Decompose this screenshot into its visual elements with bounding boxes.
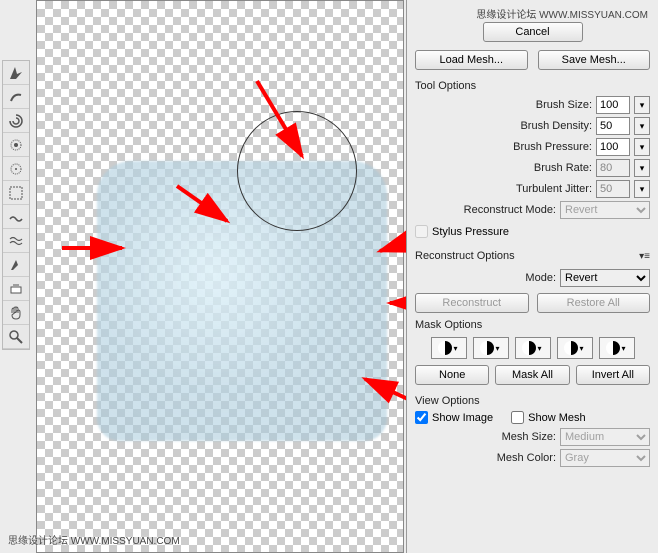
brush-size-input[interactable] (596, 96, 630, 114)
turbulent-jitter-dropdown[interactable] (634, 180, 650, 198)
mask-add-icon[interactable]: ▾ (473, 337, 509, 359)
bloat-tool[interactable] (3, 157, 29, 181)
brush-pressure-input[interactable] (596, 138, 630, 156)
hand-tool[interactable] (3, 301, 29, 325)
freeze-mask-tool[interactable] (3, 253, 29, 277)
mesh-size-select: Medium (560, 428, 650, 446)
mesh-color-label: Mesh Color: (497, 452, 556, 464)
mask-subtract-icon[interactable]: ▾ (515, 337, 551, 359)
brush-rate-dropdown[interactable] (634, 159, 650, 177)
mask-all-button[interactable]: Mask All (495, 365, 569, 385)
mask-intersect-icon[interactable]: ▾ (557, 337, 593, 359)
annotation-arrow (57, 233, 137, 263)
reconstruct-tool[interactable] (3, 85, 29, 109)
turbulent-jitter-label: Turbulent Jitter: (516, 183, 592, 195)
twirl-tool[interactable] (3, 109, 29, 133)
zoom-tool[interactable] (3, 325, 29, 349)
cancel-button[interactable]: Cancel (483, 22, 583, 42)
pucker-tool[interactable] (3, 133, 29, 157)
liquify-toolbar (2, 60, 30, 350)
watermark: 思缘设计论坛 WWW.MISSYUAN.COM (8, 532, 180, 547)
reconstruct-button: Reconstruct (415, 293, 529, 313)
reconstruct-mode-label: Reconstruct Mode: (464, 204, 556, 216)
brush-size-dropdown[interactable] (634, 96, 650, 114)
stylus-pressure-label: Stylus Pressure (432, 226, 509, 238)
brush-rate-input (596, 159, 630, 177)
show-image-checkbox[interactable] (415, 411, 428, 424)
stylus-pressure-checkbox (415, 225, 428, 238)
reconstruct-options-title: Reconstruct Options (415, 250, 515, 262)
options-panel: 思缘设计论坛 WWW.MISSYUAN.COM Cancel Load Mesh… (406, 0, 658, 553)
mask-invert-icon[interactable]: ▾ (599, 337, 635, 359)
mode-select[interactable]: Revert (560, 269, 650, 287)
annotation-arrow (167, 176, 247, 236)
load-mesh-button[interactable]: Load Mesh... (415, 50, 528, 70)
brush-density-label: Brush Density: (520, 120, 592, 132)
mode-label: Mode: (525, 272, 556, 284)
mask-replace-icon[interactable]: ▾ (431, 337, 467, 359)
turbulent-jitter-input (596, 180, 630, 198)
reconstruct-mode-select: Revert (560, 201, 650, 219)
brush-pressure-dropdown[interactable] (634, 138, 650, 156)
mask-none-button[interactable]: None (415, 365, 489, 385)
mesh-size-label: Mesh Size: (502, 431, 556, 443)
canvas[interactable] (36, 0, 404, 553)
view-options-title: View Options (415, 395, 650, 407)
show-mesh-checkbox[interactable] (511, 411, 524, 424)
mask-options-title: Mask Options (415, 319, 650, 331)
restore-all-button: Restore All (537, 293, 651, 313)
tool-options-title: Tool Options (415, 80, 650, 92)
thaw-mask-tool[interactable] (3, 277, 29, 301)
turbulence-tool[interactable] (3, 229, 29, 253)
brush-rate-label: Brush Rate: (534, 162, 592, 174)
save-mesh-button[interactable]: Save Mesh... (538, 50, 651, 70)
mesh-color-select: Gray (560, 449, 650, 467)
show-image-label: Show Image (432, 412, 493, 424)
show-mesh-label: Show Mesh (528, 412, 585, 424)
brush-pressure-label: Brush Pressure: (513, 141, 592, 153)
brush-density-dropdown[interactable] (634, 117, 650, 135)
panel-menu-icon[interactable]: ▾≡ (639, 251, 650, 262)
forward-warp-tool[interactable] (3, 61, 29, 85)
watermark: 思缘设计论坛 WWW.MISSYUAN.COM (476, 6, 648, 21)
annotation-arrow (247, 71, 327, 171)
push-left-tool[interactable] (3, 181, 29, 205)
mask-invert-all-button[interactable]: Invert All (576, 365, 650, 385)
brush-density-input[interactable] (596, 117, 630, 135)
mirror-tool[interactable] (3, 205, 29, 229)
brush-size-label: Brush Size: (536, 99, 592, 111)
